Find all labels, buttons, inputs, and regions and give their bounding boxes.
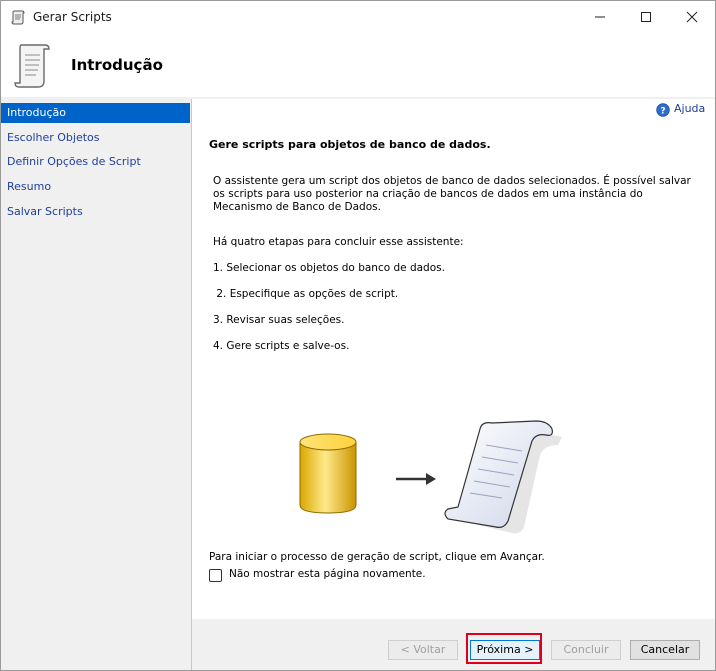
dont-show-again-checkbox[interactable] xyxy=(209,569,222,582)
script-scroll-icon xyxy=(444,420,562,534)
help-link[interactable]: ? Ajuda xyxy=(656,102,706,118)
steps-intro: Há quatro etapas para concluir esse assi… xyxy=(213,236,464,248)
script-scroll-icon xyxy=(11,10,25,25)
wizard-content: ? Ajuda Gere scripts para objetos de ban… xyxy=(192,99,715,619)
close-button[interactable] xyxy=(669,1,715,33)
scroll-icon xyxy=(14,44,50,88)
dont-show-again-option[interactable]: Não mostrar esta página novamente. xyxy=(209,568,426,584)
wizard-sidebar: Introdução Escolher Objetos Definir Opçõ… xyxy=(1,99,192,670)
generate-scripts-window: Gerar Scripts Introdução Introdução Esco… xyxy=(0,0,716,671)
wizard-button-bar: < Voltar Próxima > Concluir Cancelar xyxy=(192,619,715,670)
arrow-right-icon xyxy=(396,473,436,485)
sidebar-item-escolher-objetos[interactable]: Escolher Objetos xyxy=(1,128,190,148)
database-icon xyxy=(299,433,357,514)
intro-heading: Gere scripts para objetos de banco de da… xyxy=(209,138,491,151)
help-label: Ajuda xyxy=(674,102,706,115)
database-to-script-illustration xyxy=(299,420,562,534)
sidebar-item-introducao[interactable]: Introdução xyxy=(1,103,190,123)
next-button[interactable]: Próxima > xyxy=(470,640,540,660)
cancel-button[interactable]: Cancelar xyxy=(630,640,700,660)
step-1: 1. Selecionar os objetos do banco de dad… xyxy=(213,262,445,274)
page-title: Introdução xyxy=(71,56,163,74)
sidebar-item-salvar-scripts[interactable]: Salvar Scripts xyxy=(1,202,190,222)
sidebar-item-definir-opcoes[interactable]: Definir Opções de Script xyxy=(1,152,190,172)
svg-text:?: ? xyxy=(660,107,665,117)
start-instruction: Para iniciar o processo de geração de sc… xyxy=(209,551,545,563)
maximize-icon xyxy=(641,12,651,22)
title-bar[interactable]: Gerar Scripts xyxy=(1,1,715,33)
window-title: Gerar Scripts xyxy=(33,10,112,24)
intro-paragraph: O assistente gera um script dos objetos … xyxy=(213,175,691,213)
help-icon: ? xyxy=(656,103,670,117)
sidebar-item-resumo[interactable]: Resumo xyxy=(1,177,190,197)
close-icon xyxy=(686,11,698,23)
dont-show-again-label: Não mostrar esta página novamente. xyxy=(229,568,426,580)
minimize-icon xyxy=(595,16,605,18)
back-button[interactable]: < Voltar xyxy=(388,640,458,660)
maximize-button[interactable] xyxy=(623,1,669,33)
finish-button[interactable]: Concluir xyxy=(551,640,621,660)
step-3: 3. Revisar suas seleções. xyxy=(213,314,345,326)
wizard-header: Introdução xyxy=(1,33,715,97)
step-2: 2. Especifique as opções de script. xyxy=(213,288,399,300)
step-4: 4. Gere scripts e salve-os. xyxy=(213,340,350,352)
minimize-button[interactable] xyxy=(577,1,623,33)
